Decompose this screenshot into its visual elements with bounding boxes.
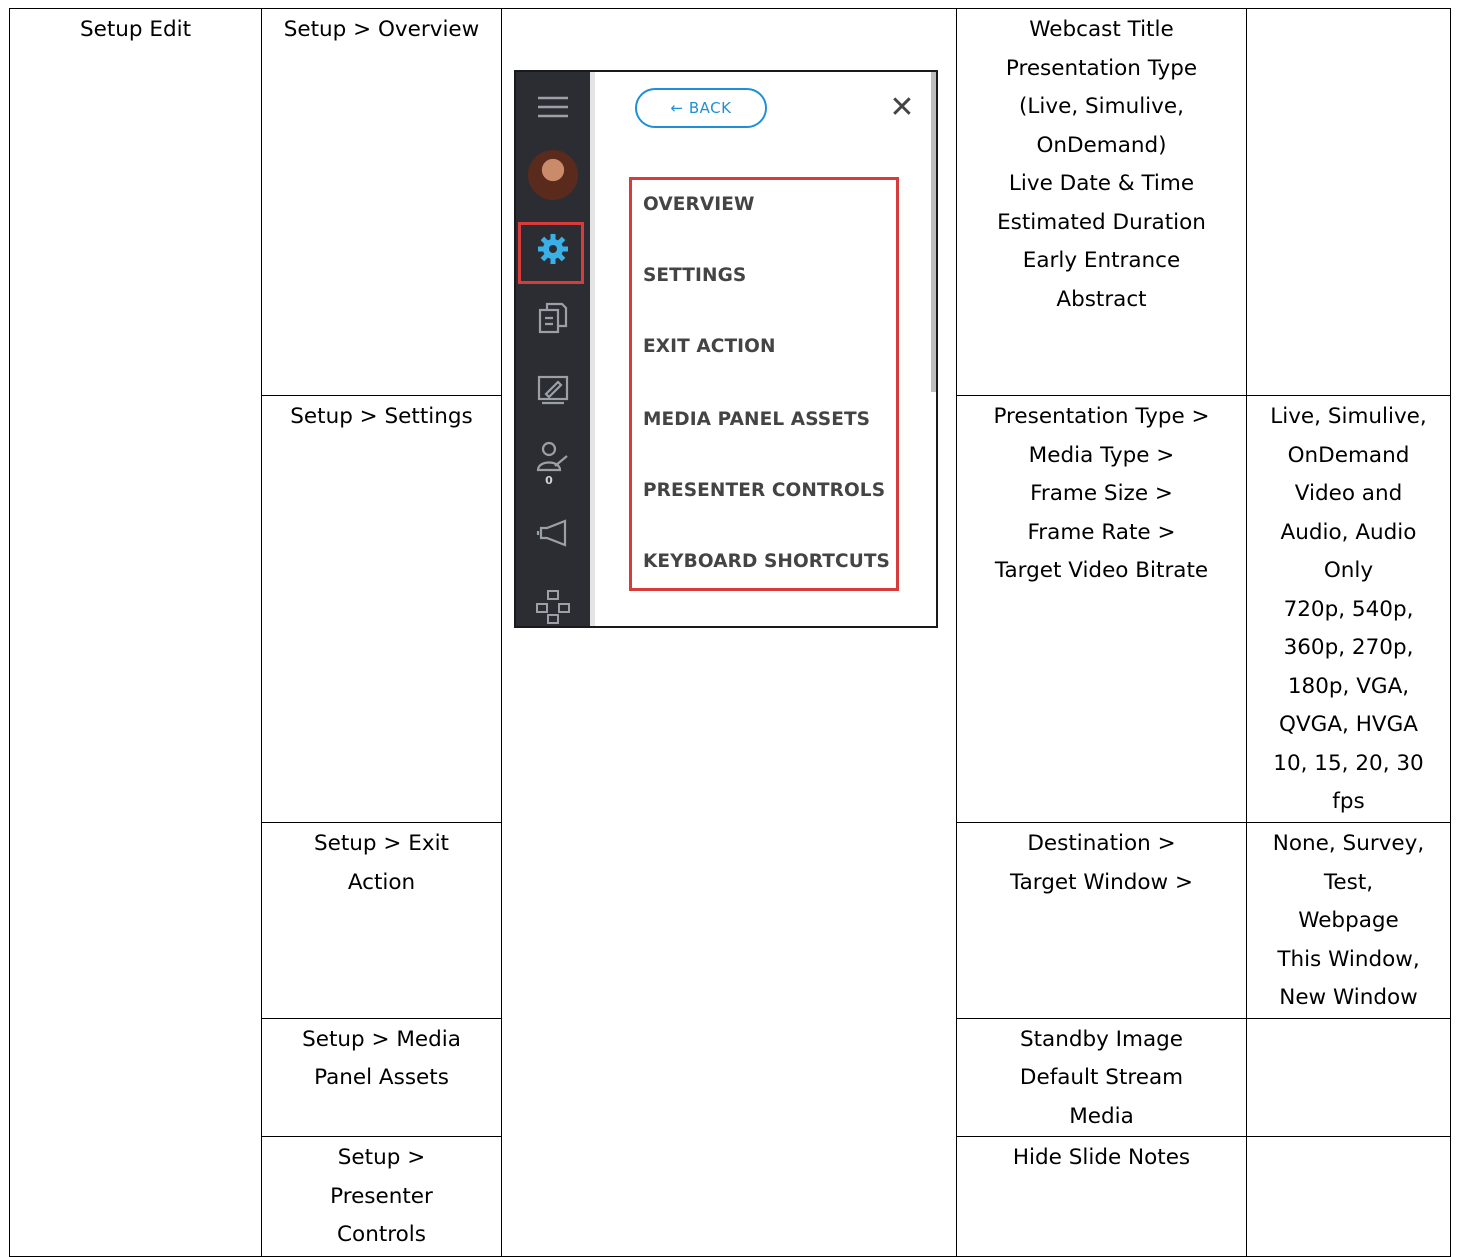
option-line: 180p, VGA, xyxy=(1287,673,1410,699)
menu-item-settings[interactable]: SETTINGS xyxy=(643,265,746,286)
option-line: New Window xyxy=(1279,985,1418,1010)
menu-item-exit-action[interactable]: EXIT ACTION xyxy=(643,336,776,357)
fields-cell: Webcast Title Presentation Type (Live, S… xyxy=(956,8,1247,396)
setup-menu-screenshot: 0 ← BACK ✕ OVERVIEW SETTINGS EXIT ACTION… xyxy=(514,70,938,628)
field-line: Webcast Title xyxy=(1029,17,1174,42)
menu-item-overview[interactable]: OVERVIEW xyxy=(643,194,754,215)
path-line: Setup > Exit xyxy=(314,831,449,856)
panel-separator xyxy=(590,72,595,626)
user-draw-icon[interactable]: 0 xyxy=(516,440,590,486)
path-line: Setup > Settings xyxy=(290,404,473,429)
document-page: Setup Edit Setup > Overview Webcast Titl… xyxy=(0,0,1458,1257)
setup-menu: OVERVIEW SETTINGS EXIT ACTION MEDIA PANE… xyxy=(629,177,899,591)
path-cell: Setup > Presenter Controls xyxy=(261,1136,502,1257)
option-line: Test, xyxy=(1323,869,1374,895)
path-line: Panel Assets xyxy=(314,1065,449,1090)
network-icon[interactable] xyxy=(516,588,590,624)
close-icon[interactable]: ✕ xyxy=(888,88,916,128)
field-line: OnDemand) xyxy=(1036,132,1167,158)
copy-icon[interactable] xyxy=(516,300,590,336)
field-line: Abstract xyxy=(1056,286,1147,312)
field-line: Live Date & Time xyxy=(1008,171,1195,196)
option-line: Only xyxy=(1323,558,1374,583)
path-line: Action xyxy=(347,869,416,895)
gear-icon[interactable] xyxy=(516,232,590,266)
path-line: Setup > Media xyxy=(302,1026,461,1052)
option-line: 10, 15, 20, 30 xyxy=(1273,750,1424,776)
path-line: Presenter xyxy=(330,1183,433,1209)
field-line: Frame Size > xyxy=(1030,481,1173,506)
field-line: Presentation Type xyxy=(1005,55,1198,81)
field-line: Destination > xyxy=(1027,831,1176,856)
scrollbar[interactable] xyxy=(931,72,936,392)
user-badge-count: 0 xyxy=(545,474,553,486)
fields-cell: Presentation Type > Media Type > Frame S… xyxy=(956,395,1247,823)
user-avatar[interactable] xyxy=(516,150,590,200)
option-line: Live, Simulive, xyxy=(1270,404,1427,429)
path-cell: Setup > Media Panel Assets xyxy=(261,1017,502,1137)
field-line: Standby Image xyxy=(1019,1026,1184,1052)
field-line: Presentation Type > xyxy=(993,404,1210,429)
hamburger-icon[interactable] xyxy=(516,94,590,120)
field-line: Default Stream xyxy=(1019,1065,1184,1090)
field-line: Hide Slide Notes xyxy=(1012,1145,1191,1170)
option-line: Audio, Audio xyxy=(1280,519,1417,545)
fields-cell: Destination > Target Window > xyxy=(956,822,1247,1019)
avatar xyxy=(528,150,578,200)
option-line: QVGA, HVGA xyxy=(1279,712,1418,737)
path-line: Setup > Overview xyxy=(283,17,480,42)
field-line: Frame Rate > xyxy=(1027,519,1176,545)
option-line: 720p, 540p, xyxy=(1283,596,1414,622)
field-line: (Live, Simulive, xyxy=(1019,94,1184,119)
field-line: Media Type > xyxy=(1028,442,1175,468)
menu-item-presenter-controls[interactable]: PRESENTER CONTROLS xyxy=(643,480,885,501)
field-line: Estimated Duration xyxy=(997,209,1206,235)
fields-cell: Hide Slide Notes xyxy=(956,1136,1247,1257)
option-line: 360p, 270p, xyxy=(1283,635,1414,660)
icon-rail: 0 xyxy=(516,72,590,626)
menu-item-keyboard-shortcuts[interactable]: KEYBOARD SHORTCUTS xyxy=(643,551,890,572)
path-cell: Setup > Overview xyxy=(261,8,502,396)
options-cell: Live, Simulive, OnDemand Video and Audio… xyxy=(1246,395,1451,823)
megaphone-icon[interactable] xyxy=(516,518,590,550)
option-line: This Window, xyxy=(1277,946,1420,972)
options-cell xyxy=(1246,1136,1451,1257)
option-line: fps xyxy=(1332,789,1365,814)
field-line: Target Video Bitrate xyxy=(994,558,1209,583)
option-line: OnDemand xyxy=(1287,442,1410,468)
field-line: Media xyxy=(1069,1103,1134,1129)
setup-edit-cell: Setup Edit xyxy=(9,8,262,1257)
edit-icon[interactable] xyxy=(516,374,590,406)
menu-item-media-panel-assets[interactable]: MEDIA PANEL ASSETS xyxy=(643,409,870,430)
path-cell: Setup > Exit Action xyxy=(261,822,502,1019)
options-cell xyxy=(1246,1017,1451,1137)
option-line: Webpage xyxy=(1298,908,1399,933)
option-line: None, Survey, xyxy=(1272,831,1425,856)
field-line: Early Entrance xyxy=(1022,248,1181,273)
back-button[interactable]: ← BACK xyxy=(635,88,767,128)
fields-cell: Standby Image Default Stream Media xyxy=(956,1017,1247,1137)
option-line: Video and xyxy=(1294,481,1403,506)
options-cell: None, Survey, Test, Webpage This Window,… xyxy=(1246,822,1451,1019)
setup-edit-label: Setup Edit xyxy=(79,17,192,42)
options-cell xyxy=(1246,8,1451,396)
path-cell: Setup > Settings xyxy=(261,395,502,823)
field-line: Target Window > xyxy=(1010,869,1193,895)
path-line: Setup > xyxy=(337,1145,426,1170)
